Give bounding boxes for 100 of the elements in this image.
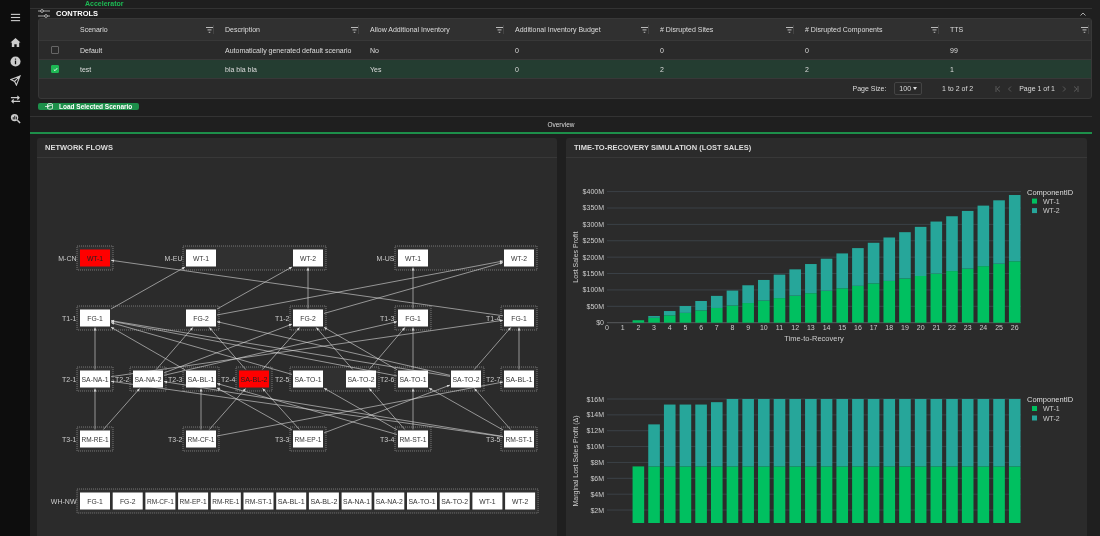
bar bbox=[726, 305, 739, 323]
bar bbox=[632, 466, 645, 523]
bar bbox=[758, 399, 770, 467]
bar bbox=[930, 221, 943, 274]
bar bbox=[883, 466, 896, 523]
bar bbox=[961, 399, 974, 467]
bar bbox=[789, 295, 801, 323]
bar bbox=[899, 466, 911, 523]
bar bbox=[946, 216, 958, 272]
send-icon[interactable] bbox=[9, 75, 21, 86]
bar bbox=[867, 466, 880, 523]
bar bbox=[836, 399, 849, 467]
bar bbox=[883, 280, 896, 323]
flow-arrow bbox=[93, 388, 97, 430]
bar bbox=[695, 301, 707, 311]
bar bbox=[820, 290, 833, 323]
bar bbox=[648, 424, 660, 467]
bar bbox=[946, 399, 958, 467]
bar bbox=[758, 466, 770, 523]
bar bbox=[663, 404, 676, 467]
bar bbox=[820, 258, 833, 291]
bar bbox=[758, 300, 770, 323]
bar bbox=[742, 399, 754, 467]
bar bbox=[695, 466, 707, 523]
bar bbox=[758, 279, 770, 301]
bar bbox=[710, 402, 723, 467]
bar bbox=[883, 399, 896, 467]
home-icon[interactable] bbox=[9, 37, 21, 48]
bar bbox=[836, 288, 849, 323]
bar bbox=[663, 466, 676, 523]
database-icon bbox=[45, 103, 53, 110]
bar bbox=[805, 293, 817, 323]
filter-icon[interactable] bbox=[351, 26, 358, 33]
bar bbox=[789, 269, 801, 296]
bar bbox=[1008, 466, 1021, 523]
bar bbox=[883, 237, 896, 281]
bar bbox=[977, 399, 990, 467]
caret-up-icon[interactable] bbox=[1080, 11, 1086, 16]
bar bbox=[914, 226, 927, 276]
filter-icon[interactable] bbox=[496, 26, 503, 33]
bar bbox=[899, 278, 911, 323]
swap-arrows-icon[interactable] bbox=[9, 94, 21, 105]
bar bbox=[867, 242, 880, 284]
bar bbox=[773, 466, 786, 523]
chart-search-icon[interactable] bbox=[9, 113, 21, 124]
bar bbox=[695, 310, 707, 323]
bar bbox=[710, 295, 723, 308]
bar bbox=[742, 466, 754, 523]
bar bbox=[1008, 399, 1021, 467]
bar bbox=[993, 200, 1005, 264]
bar bbox=[961, 466, 974, 523]
bar bbox=[977, 466, 990, 523]
bar bbox=[742, 285, 754, 304]
bar bbox=[805, 264, 817, 294]
bar bbox=[852, 285, 864, 323]
bar bbox=[820, 399, 833, 467]
bar bbox=[805, 399, 817, 467]
flow-arrow bbox=[517, 327, 521, 370]
caret-down-icon[interactable] bbox=[913, 87, 918, 90]
filter-icon[interactable] bbox=[1081, 26, 1088, 33]
bar bbox=[852, 466, 864, 523]
row-checkbox[interactable] bbox=[51, 65, 59, 73]
bar bbox=[1008, 261, 1021, 323]
bar bbox=[773, 298, 786, 323]
bar bbox=[789, 466, 801, 523]
info-icon[interactable] bbox=[9, 56, 21, 67]
bar bbox=[914, 399, 927, 467]
bar bbox=[632, 320, 645, 323]
bar bbox=[930, 399, 943, 467]
bar bbox=[867, 399, 880, 467]
bar bbox=[961, 268, 974, 323]
filter-icon[interactable] bbox=[786, 26, 793, 33]
bar bbox=[977, 205, 990, 267]
bar bbox=[961, 210, 974, 269]
bar bbox=[820, 466, 833, 523]
bar bbox=[930, 466, 943, 523]
bar bbox=[836, 253, 849, 289]
bar bbox=[742, 303, 754, 323]
bar bbox=[726, 466, 739, 523]
filter-icon[interactable] bbox=[206, 26, 213, 33]
bar bbox=[1008, 195, 1021, 262]
bar bbox=[679, 404, 692, 467]
bar bbox=[710, 466, 723, 523]
bar bbox=[914, 466, 927, 523]
bar bbox=[993, 263, 1005, 323]
bar bbox=[695, 404, 707, 467]
bar bbox=[899, 399, 911, 467]
bar bbox=[930, 273, 943, 323]
row-checkbox[interactable] bbox=[51, 46, 59, 54]
bar bbox=[946, 271, 958, 323]
bar bbox=[852, 248, 864, 286]
bar bbox=[836, 466, 849, 523]
bar bbox=[648, 466, 660, 523]
filter-icon[interactable] bbox=[641, 26, 648, 33]
filter-icon[interactable] bbox=[931, 26, 938, 33]
bar bbox=[914, 276, 927, 323]
bar bbox=[773, 399, 786, 467]
bar bbox=[993, 399, 1005, 467]
menu-icon[interactable] bbox=[9, 12, 21, 23]
bar bbox=[977, 266, 990, 323]
